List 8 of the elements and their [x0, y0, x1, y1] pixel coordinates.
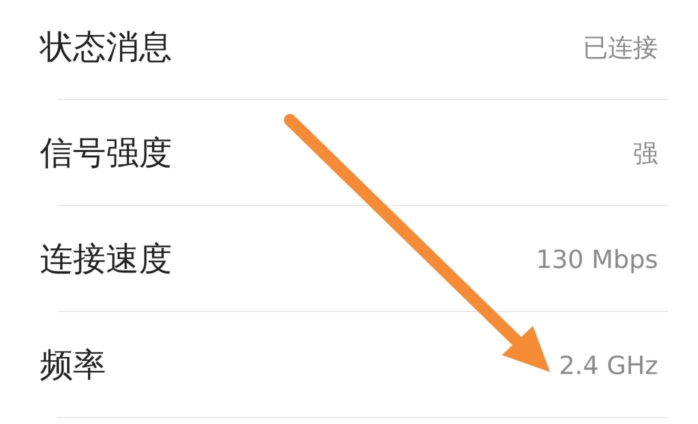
setting-label: 状态消息 [40, 26, 172, 68]
setting-value: 强 [633, 138, 658, 170]
setting-label: 连接速度 [40, 238, 172, 280]
setting-label: 信号强度 [40, 132, 172, 174]
setting-value: 已连接 [583, 32, 658, 64]
setting-value: 130 Mbps [536, 244, 658, 274]
setting-label: 频率 [40, 344, 106, 386]
setting-value: 2.4 GHz [559, 350, 658, 380]
